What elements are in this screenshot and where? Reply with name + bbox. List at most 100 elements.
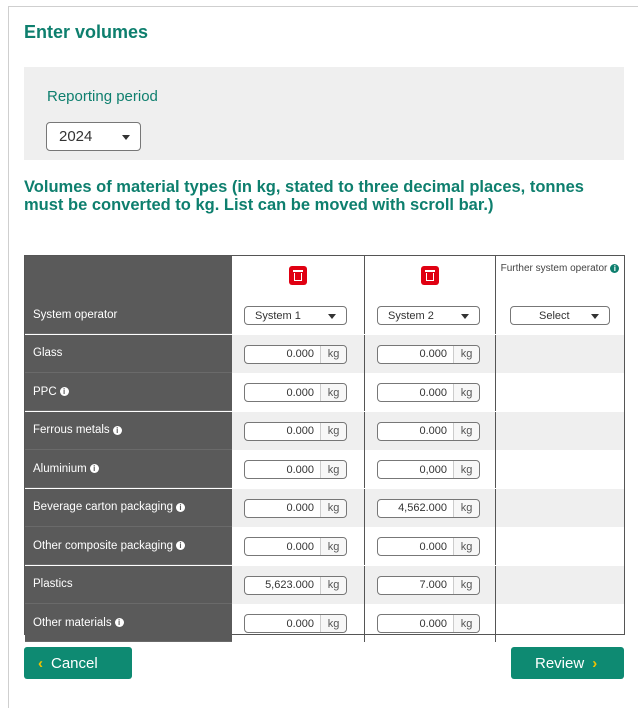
value-cell: 0.000 kg — [232, 488, 364, 527]
quantity-input[interactable]: 0.000 kg — [244, 537, 347, 556]
quantity-input[interactable]: 0.000 kg — [377, 383, 480, 402]
row-label: Other composite packaging i — [25, 527, 232, 565]
row-label-text: System operator — [33, 308, 118, 321]
quantity-value: 0.000 — [419, 617, 447, 630]
quantity-input[interactable]: 0.000 kg — [377, 537, 480, 556]
row-label-text: PPC — [33, 385, 57, 398]
table-row: Other composite packaging i 0.000 kg 0.000 kg — [25, 527, 624, 565]
row-label: Plastics — [25, 565, 232, 604]
empty-cell — [495, 411, 624, 450]
chevron-down-icon — [461, 313, 469, 319]
quantity-input[interactable]: 0.000 kg — [244, 460, 347, 479]
quantity-value: 0.000 — [286, 502, 314, 514]
further-system-operator-label: Further system operator — [500, 263, 608, 274]
quantity-input[interactable]: 7.000 kg — [377, 575, 480, 595]
info-icon[interactable]: i — [176, 502, 186, 512]
quantity-input[interactable]: 4,562.000 kg — [377, 498, 480, 518]
quantity-input[interactable]: 0.000 kg — [377, 614, 480, 633]
reporting-period-panel: Reporting period 2024 — [24, 67, 624, 160]
empty-cell — [495, 373, 624, 411]
value-cell: 0,000 kg — [364, 450, 495, 488]
cancel-button[interactable]: ‹ Cancel — [24, 647, 132, 679]
quantity-value: 0.000 — [419, 386, 447, 399]
table-row: PPC i 0.000 kg 0.000 kg — [25, 373, 624, 411]
value-cell: 0.000 kg — [364, 527, 495, 565]
system-operator-value: System 1 — [255, 309, 301, 322]
table-row: System operator System 1 System 2 Select — [25, 296, 624, 334]
row-label-text: Glass — [33, 347, 63, 359]
header-label-cell — [25, 256, 232, 296]
row-label: System operator — [25, 296, 232, 334]
info-icon[interactable]: i — [610, 264, 620, 273]
operator-cell: System 1 — [232, 296, 364, 334]
quantity-value: 5,623.000 — [265, 579, 314, 591]
quantity-input[interactable]: 0.000 kg — [244, 383, 347, 402]
table-header-row: Further system operator i — [25, 256, 624, 296]
value-cell: 0.000 kg — [232, 450, 364, 488]
table-row: Beverage carton packaging i 0.000 kg 4,562.0… — [25, 488, 624, 527]
info-icon[interactable]: i — [176, 541, 185, 550]
system-operator-select[interactable]: System 1 — [244, 306, 347, 325]
operator-cell: Select — [495, 296, 624, 334]
quantity-input[interactable]: 0.000 kg — [377, 344, 480, 364]
unit-label: kg — [320, 538, 346, 555]
info-icon[interactable]: i — [114, 618, 124, 627]
quantity-value: 0.000 — [419, 540, 447, 553]
unit-label: kg — [320, 576, 346, 594]
quantity-input[interactable]: 0.000 kg — [244, 498, 347, 518]
info-icon[interactable]: i — [59, 387, 69, 396]
info-icon[interactable]: i — [112, 425, 122, 435]
quantity-value: 4,562.000 — [398, 502, 447, 514]
chevron-down-icon — [328, 313, 336, 319]
table-row: Plastics 5,623.000 kg 7.000 kg — [25, 565, 624, 604]
value-cell: 0.000 kg — [364, 604, 495, 642]
empty-cell — [495, 488, 624, 527]
quantity-value: 0.000 — [286, 425, 314, 437]
table-row: Ferrous metals i 0.000 kg 0.000 kg — [25, 411, 624, 450]
row-label: Glass — [25, 334, 232, 373]
review-button[interactable]: Review › — [511, 647, 624, 679]
quantity-input[interactable]: 5,623.000 kg — [244, 575, 347, 595]
quantity-input[interactable]: 0.000 kg — [244, 614, 347, 633]
delete-column-1-button[interactable] — [289, 266, 307, 285]
row-label: Beverage carton packaging i — [25, 488, 232, 527]
quantity-input[interactable]: 0,000 kg — [377, 460, 480, 479]
quantity-input[interactable]: 0.000 kg — [244, 344, 347, 364]
quantity-value: 0,000 — [419, 463, 447, 476]
unit-label: kg — [453, 615, 479, 632]
unit-label: kg — [320, 345, 346, 363]
quantity-value: 0.000 — [419, 425, 447, 437]
unit-label: kg — [320, 384, 346, 401]
value-cell: 0.000 kg — [364, 334, 495, 373]
trash-icon-body — [294, 273, 302, 281]
reporting-period-select[interactable]: 2024 — [46, 122, 141, 151]
empty-cell — [495, 334, 624, 373]
row-label-text: Ferrous metals — [33, 424, 110, 436]
empty-cell — [495, 604, 624, 642]
unit-label: kg — [320, 499, 346, 517]
value-cell: 5,623.000 kg — [232, 565, 364, 604]
system-operator-select[interactable]: Select — [510, 306, 610, 325]
empty-cell — [495, 565, 624, 604]
value-cell: 0.000 kg — [232, 373, 364, 411]
unit-label: kg — [453, 461, 479, 478]
page-title: Enter volumes — [24, 22, 149, 42]
quantity-value: 0.000 — [286, 463, 314, 476]
unit-label: kg — [320, 461, 346, 478]
quantity-input[interactable]: 0.000 kg — [244, 421, 347, 441]
info-icon[interactable]: i — [89, 464, 99, 473]
row-label-text: Aluminium — [33, 462, 87, 475]
header-further-cell: Further system operator i — [495, 256, 624, 296]
delete-column-2-button[interactable] — [421, 266, 439, 285]
cancel-button-label: Cancel — [51, 654, 98, 672]
chevron-down-icon — [122, 134, 130, 140]
system-operator-select[interactable]: System 2 — [377, 306, 480, 325]
row-label: PPC i — [25, 373, 232, 411]
row-label: Ferrous metals i — [25, 411, 232, 450]
quantity-input[interactable]: 0.000 kg — [377, 421, 480, 441]
volumes-table: Further system operator i System operator… — [24, 255, 625, 642]
value-cell: 0.000 kg — [232, 527, 364, 565]
review-button-label: Review — [535, 654, 585, 672]
chevron-left-icon: ‹ — [38, 654, 43, 672]
quantity-value: 0.000 — [286, 348, 314, 360]
